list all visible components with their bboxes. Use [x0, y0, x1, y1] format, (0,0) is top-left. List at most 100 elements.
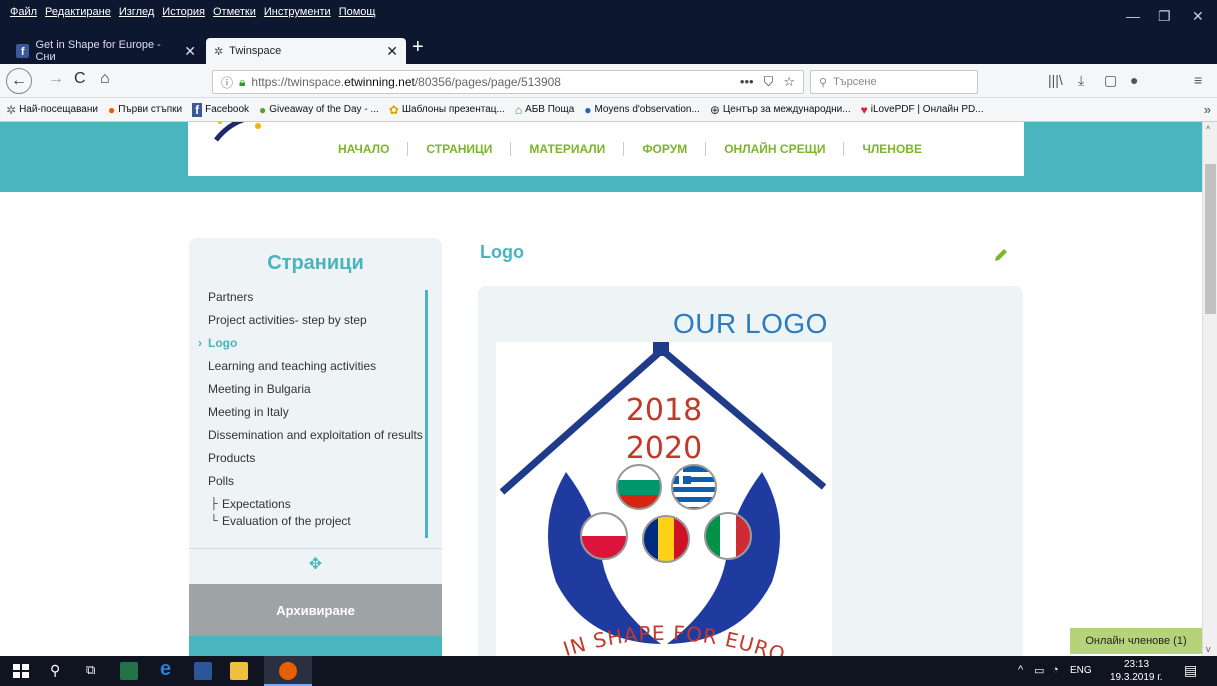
- world-icon: ⊕: [709, 102, 720, 117]
- clock-date[interactable]: 19.3.2019 г.: [1110, 672, 1162, 683]
- tab-twinspace[interactable]: ✲ Twinspace ✕: [206, 38, 406, 64]
- romania-flag-icon: [642, 515, 690, 563]
- bookmark-item[interactable]: ⊕ Център за международни...: [710, 103, 851, 117]
- menu-edit[interactable]: Редактиране: [45, 6, 111, 18]
- bookmark-item[interactable]: ● Moyens d'observation...: [584, 103, 700, 117]
- sidebar-item-active[interactable]: › Logo: [198, 336, 428, 351]
- bookmark-item[interactable]: ⌂ АБВ Поща: [515, 103, 574, 117]
- url-domain: etwinning.net: [344, 75, 415, 89]
- forward-icon[interactable]: →: [48, 70, 64, 88]
- sidebar-item-label: Logo: [208, 336, 238, 350]
- close-window-icon[interactable]: ✕: [1192, 8, 1204, 25]
- tab-get-in-shape[interactable]: f Get in Shape for Europe - Сни ✕: [8, 38, 204, 64]
- sidebar-scroll-rail[interactable]: [425, 290, 428, 538]
- sidebar-item-label: Partners: [208, 290, 254, 304]
- content-heading: OUR LOGO: [673, 308, 828, 339]
- library-icon[interactable]: |||\: [1048, 72, 1063, 88]
- bookmark-item[interactable]: ✲ Най-посещавани: [6, 103, 98, 117]
- url-prefix: https://twinspace.: [251, 75, 345, 89]
- minimize-icon[interactable]: —: [1126, 8, 1140, 24]
- search-input[interactable]: ⚲ Търсене: [810, 70, 978, 94]
- bookmark-label: Giveaway of the Day - ...: [269, 104, 379, 115]
- sidebar-title: Страници: [267, 252, 364, 274]
- reload-icon[interactable]: C: [74, 70, 86, 88]
- sidebar-icon[interactable]: ▢: [1104, 72, 1117, 89]
- bookmark-label: Най-посещавани: [19, 104, 98, 115]
- nav-item[interactable]: НАЧАЛО: [338, 142, 389, 156]
- scrollbar-thumb[interactable]: [1205, 164, 1216, 314]
- sidebar-item-label: Polls: [208, 474, 235, 488]
- sidebar-item[interactable]: Meeting in Italy: [208, 405, 428, 420]
- excel-icon[interactable]: [120, 662, 138, 680]
- hamburger-menu-icon[interactable]: ≡: [1194, 72, 1202, 88]
- sidebar-item[interactable]: Polls: [208, 474, 428, 489]
- nav-item[interactable]: МАТЕРИАЛИ: [529, 142, 605, 156]
- sidebar-item[interactable]: Learning and teaching activities: [208, 359, 428, 374]
- back-icon[interactable]: ←: [6, 68, 32, 94]
- menu-help[interactable]: Помощ: [339, 6, 376, 18]
- sidebar-item[interactable]: Products: [208, 451, 428, 466]
- notifications-icon[interactable]: ▤: [1184, 662, 1197, 679]
- bookmark-item[interactable]: ♥ iLovePDF | Онлайн PD...: [861, 103, 984, 117]
- facebook-icon: f: [16, 44, 30, 58]
- url-path: /80356/pages/page/513908: [414, 75, 561, 89]
- sidebar-subitem[interactable]: └ Evaluation of the project: [208, 514, 428, 529]
- page-actions-icon[interactable]: •••: [740, 74, 754, 90]
- scroll-down-icon[interactable]: v: [1206, 644, 1211, 654]
- bookmark-item[interactable]: ✿ Шаблоны презентац...: [389, 103, 505, 117]
- sidebar-item[interactable]: Meeting in Bulgaria: [208, 382, 428, 397]
- menu-view[interactable]: Изглед: [119, 6, 154, 18]
- clock-time[interactable]: 23:13: [1124, 659, 1149, 670]
- restore-icon[interactable]: ❐: [1158, 8, 1171, 25]
- new-tab-icon[interactable]: +: [412, 36, 424, 59]
- sidebar-item[interactable]: Project activities- step by step: [208, 313, 428, 328]
- task-view-icon[interactable]: ⧉: [86, 662, 104, 680]
- bulgaria-flag-icon: [616, 464, 662, 510]
- home-icon[interactable]: ⌂: [100, 70, 110, 88]
- windows-start-icon[interactable]: [12, 662, 30, 680]
- online-members-button[interactable]: Онлайн членове (1): [1070, 628, 1202, 654]
- sidebar-item[interactable]: Dissemination and exploitation of result…: [208, 428, 428, 443]
- pocket-icon[interactable]: ⛉: [764, 74, 774, 90]
- close-tab-icon[interactable]: ✕: [184, 43, 196, 60]
- close-tab-icon[interactable]: ✕: [386, 43, 398, 60]
- word-icon[interactable]: [194, 662, 212, 680]
- bookmark-item[interactable]: f Facebook: [192, 102, 249, 117]
- extension-icon[interactable]: ●: [1130, 72, 1138, 88]
- menu-file[interactable]: Файл: [10, 6, 37, 18]
- info-icon[interactable]: ⓘ: [221, 74, 233, 91]
- edge-icon[interactable]: e: [160, 658, 178, 680]
- nav-item[interactable]: ЧЛЕНОВЕ: [862, 142, 922, 156]
- move-handle-icon[interactable]: ✥: [189, 554, 442, 574]
- battery-icon[interactable]: ▭: [1034, 664, 1044, 677]
- bookmark-item[interactable]: ● Първи стъпки: [108, 103, 182, 117]
- file-explorer-icon[interactable]: [230, 662, 248, 680]
- wifi-icon[interactable]: ◔: [1052, 664, 1059, 676]
- menu-tools[interactable]: Инструменти: [264, 6, 331, 18]
- scroll-up-icon[interactable]: ^: [1206, 124, 1210, 134]
- bookmark-item[interactable]: ● Giveaway of the Day - ...: [259, 103, 379, 117]
- page-scrollbar[interactable]: ^ v: [1202, 122, 1217, 656]
- nav-separator: [407, 142, 409, 156]
- logo-slogan: IN SHAPE FOR EURO: [560, 621, 788, 656]
- sidebar-subitem[interactable]: ├ Expectations: [208, 497, 428, 512]
- tray-chevron-icon[interactable]: ^: [1018, 664, 1023, 676]
- sidebar-item-label: Dissemination and exploitation of result…: [208, 428, 423, 442]
- bookmarks-overflow-icon[interactable]: »: [1204, 102, 1211, 117]
- url-bar[interactable]: ⓘ 🔒︎ https://twinspace.etwinning.net/803…: [212, 70, 804, 94]
- nav-separator: [623, 142, 625, 156]
- nav-item[interactable]: ОНЛАЙН СРЕЩИ: [724, 142, 825, 156]
- menu-history[interactable]: История: [162, 6, 205, 18]
- nav-item[interactable]: ФОРУМ: [642, 142, 687, 156]
- archive-button[interactable]: Архивиране: [189, 584, 442, 636]
- sidebar-item[interactable]: Partners: [208, 290, 428, 305]
- search-icon[interactable]: ⚲: [50, 662, 68, 680]
- bookmark-star-icon[interactable]: ☆: [783, 74, 795, 90]
- menu-bookmarks[interactable]: Отметки: [213, 6, 256, 18]
- downloads-icon[interactable]: ⤓: [1078, 72, 1084, 89]
- sidebar-item-label: Learning and teaching activities: [208, 359, 377, 373]
- heart-icon: ♥: [860, 102, 868, 117]
- edit-pencil-icon[interactable]: [992, 246, 1010, 264]
- language-indicator[interactable]: ENG: [1070, 665, 1092, 676]
- nav-item[interactable]: СТРАНИЦИ: [426, 142, 492, 156]
